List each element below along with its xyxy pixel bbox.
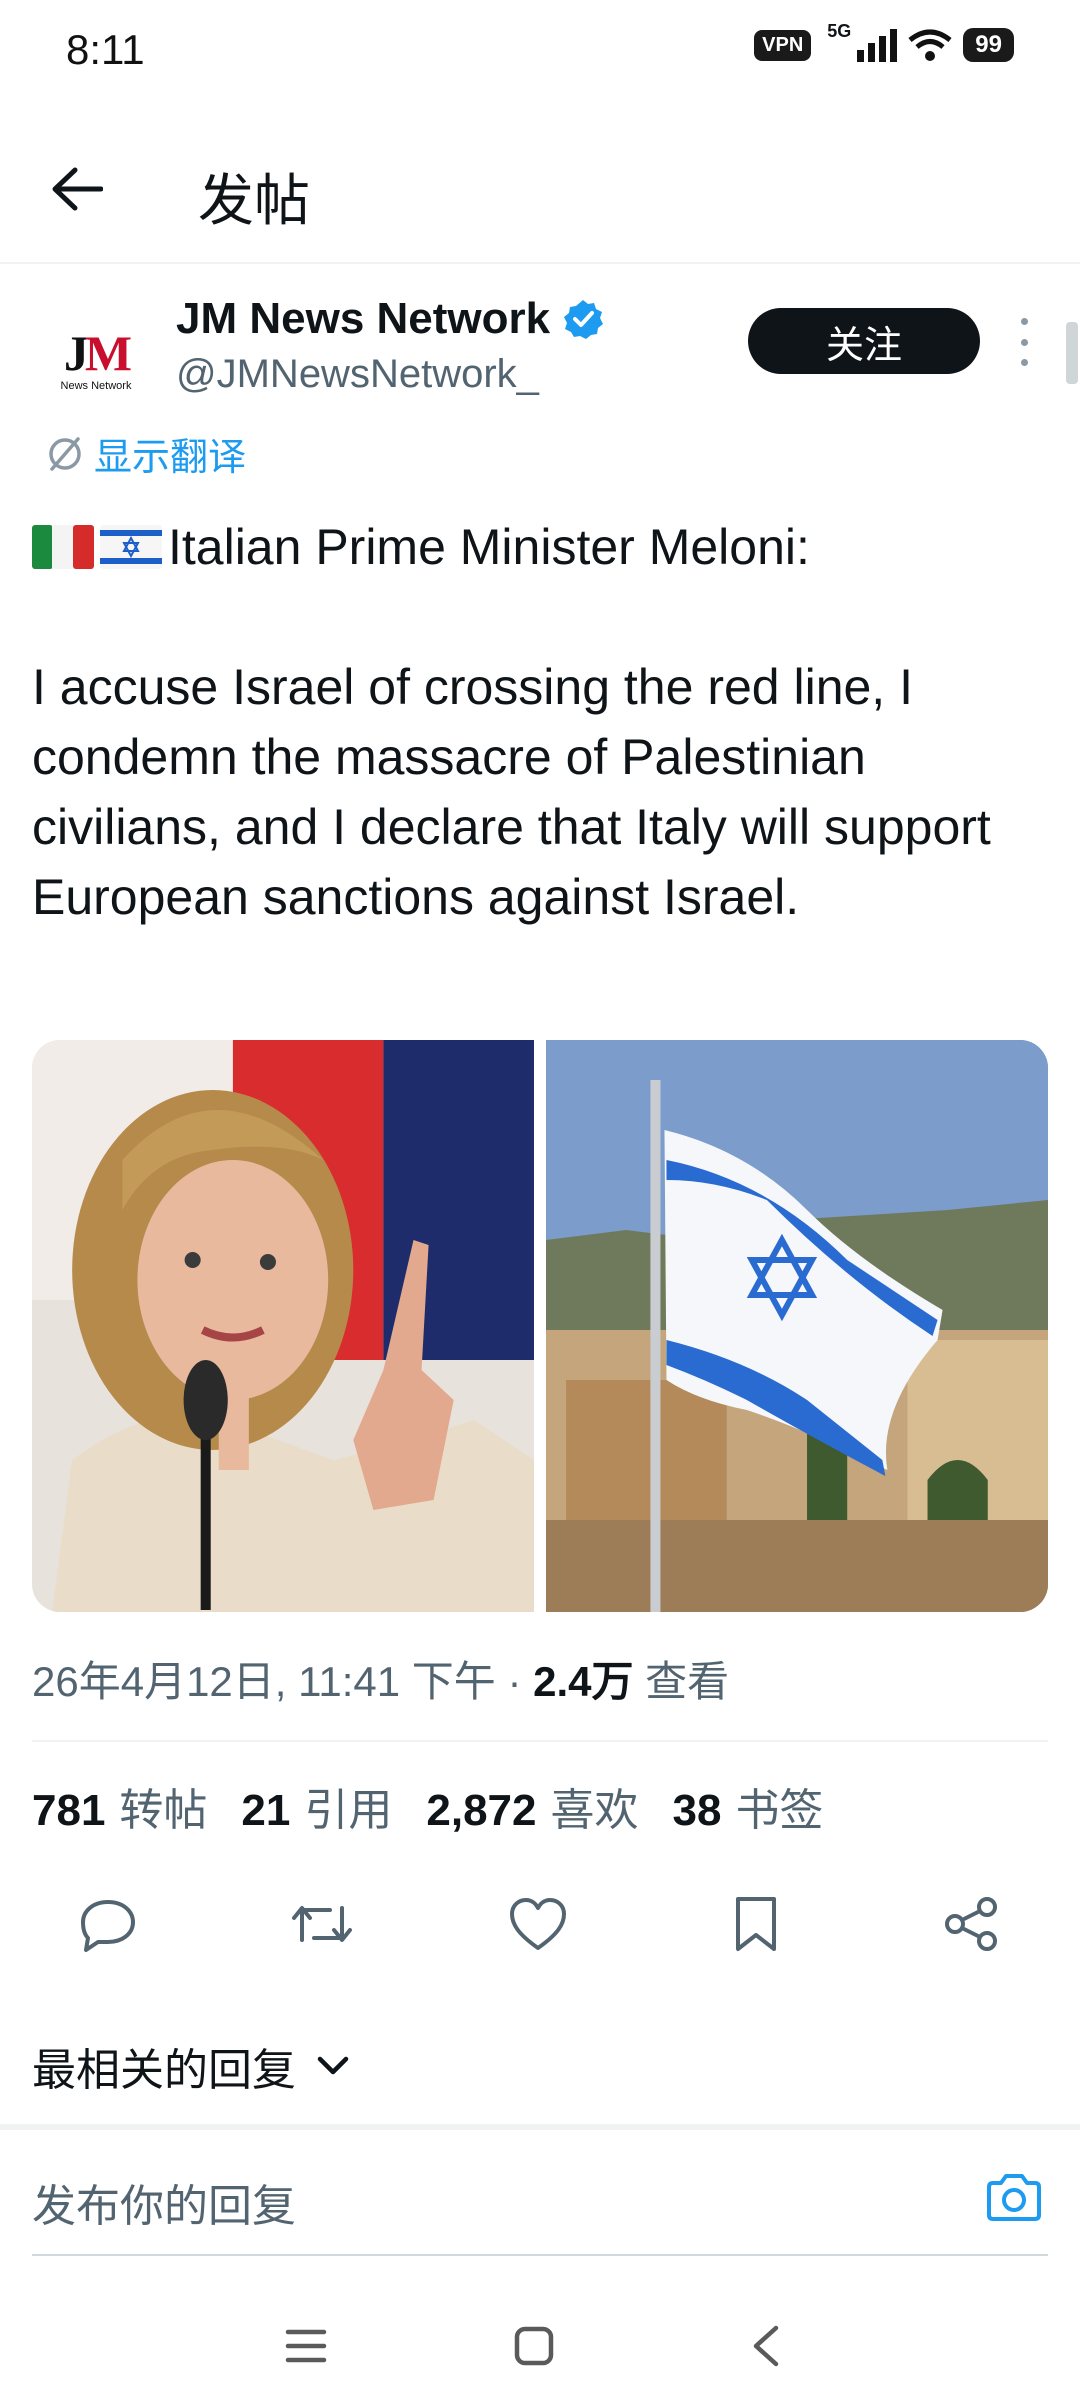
tweet-text: Italian Prime Minister Meloni: I accuse … <box>32 512 1042 932</box>
camera-icon <box>987 2174 1041 2221</box>
reply-icon <box>81 1900 135 1952</box>
back-nav-icon <box>753 2325 779 2367</box>
tweet-actions-bar <box>0 1888 1080 1968</box>
follow-button[interactable]: 关注 <box>748 308 980 374</box>
camera-button[interactable] <box>982 2166 1046 2230</box>
tweet-headline: Italian Prime Minister Meloni: <box>32 512 1042 582</box>
replies-sort-dropdown[interactable]: 最相关的回复 <box>32 2034 350 2098</box>
status-bar: 8:11 VPN 5G 99 <box>0 0 1080 100</box>
composer-divider <box>32 2254 1048 2256</box>
views-count: 2.4万 <box>533 1658 634 1705</box>
page-title: 发帖 <box>198 169 310 232</box>
italy-flag-icon <box>32 524 94 569</box>
share-icon <box>945 1897 997 1951</box>
menu-icon <box>285 2329 327 2363</box>
repost-button[interactable] <box>286 1888 358 1960</box>
tweet-timestamp-views: 26年4月12日, 11:41 下午 · 2.4万 查看 <box>32 1648 729 1709</box>
chevron-down-icon <box>317 2056 349 2075</box>
back-arrow-icon <box>52 167 103 211</box>
author-display-name[interactable]: JM News Network <box>176 294 604 344</box>
author-handle[interactable]: @JMNewsNetwork_ <box>176 352 539 397</box>
back-button[interactable] <box>44 156 110 222</box>
tweet-timestamp[interactable]: 26年4月12日, 11:41 下午 · <box>32 1658 533 1705</box>
views-label: 查看 <box>633 1658 730 1705</box>
repost-icon <box>292 1906 352 1942</box>
verified-badge-icon <box>564 300 604 339</box>
bookmark-button[interactable] <box>720 1888 792 1960</box>
reply-input[interactable]: 发布你的回复 <box>32 2170 296 2234</box>
recent-apps-button[interactable] <box>270 2310 342 2382</box>
more-options-button[interactable] <box>1014 318 1034 366</box>
tweet-photo-israel-flag[interactable] <box>546 1040 1048 1612</box>
tweet-body: I accuse Israel of crossing the red line… <box>32 659 991 925</box>
home-icon <box>514 2326 554 2366</box>
top-app-bar: 发帖 <box>0 120 1080 260</box>
home-button[interactable] <box>498 2310 570 2382</box>
author-avatar[interactable]: JM News Network <box>36 300 156 420</box>
status-time: 8:11 <box>66 26 145 73</box>
battery-indicator: 99 <box>963 28 1014 62</box>
bookmarks-stat[interactable]: 38 书签 <box>672 1774 823 1838</box>
show-translation-link[interactable]: 显示翻译 <box>46 426 246 481</box>
like-button[interactable] <box>502 1888 574 1960</box>
signal-icon <box>857 29 898 62</box>
tweet-stats: 781 转帖 21 引用 2,872 喜欢 38 书签 <box>32 1774 823 1838</box>
back-nav-button[interactable] <box>730 2310 802 2382</box>
network-type: 5G <box>827 20 852 41</box>
likes-stat[interactable]: 2,872 喜欢 <box>426 1774 638 1838</box>
israel-flag-icon <box>100 524 162 569</box>
scrollbar-thumb[interactable] <box>1066 322 1078 384</box>
translate-icon <box>49 436 81 471</box>
bookmark-icon <box>736 1897 776 1951</box>
like-icon <box>510 1898 566 1950</box>
header-divider <box>0 262 1080 264</box>
share-button[interactable] <box>936 1888 1008 1960</box>
section-divider <box>0 2124 1080 2130</box>
status-icons: VPN 5G 99 <box>754 21 1014 62</box>
reposts-stat[interactable]: 781 转帖 <box>32 1774 207 1838</box>
avatar-logo: JM <box>63 325 132 381</box>
meta-divider <box>32 1740 1048 1742</box>
wifi-icon <box>908 29 952 61</box>
system-navigation-bar <box>0 2290 1080 2400</box>
tweet-photo-meloni[interactable] <box>32 1040 534 1612</box>
vpn-badge: VPN <box>754 29 812 61</box>
avatar-subtitle: News Network <box>60 380 132 392</box>
quotes-stat[interactable]: 21 引用 <box>241 1774 392 1838</box>
tweet-media-grid <box>32 1040 1048 1612</box>
reply-button[interactable] <box>72 1888 144 1960</box>
